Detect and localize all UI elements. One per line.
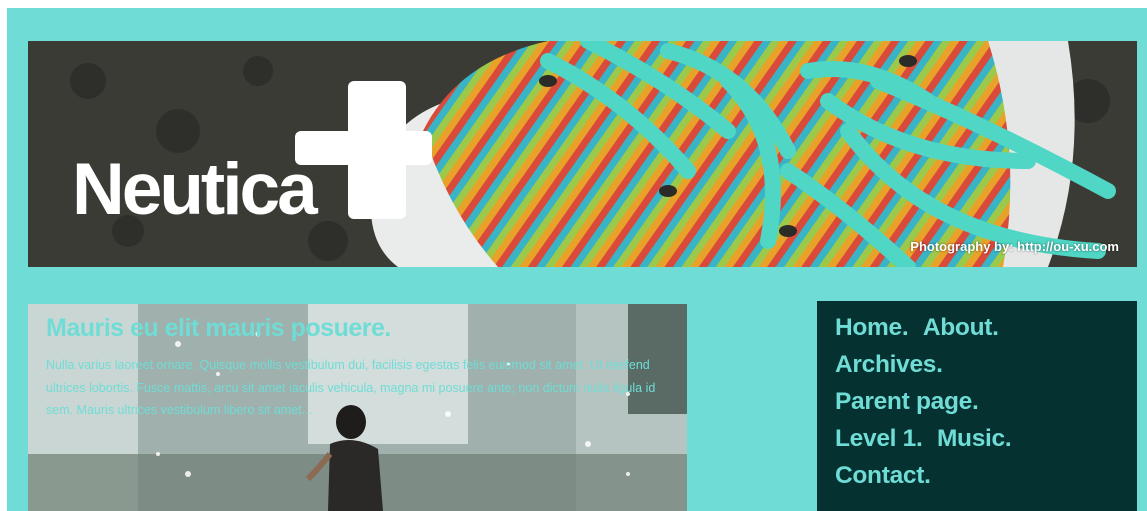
header-banner[interactable]: Neutica Photography by: http://ou-xu.com: [28, 41, 1137, 267]
nav-item-archives[interactable]: Archives.: [835, 348, 943, 381]
nav-item-level-1[interactable]: Level 1.: [835, 422, 923, 455]
main-navigation: Home. About. Archives. Parent page. Leve…: [817, 301, 1137, 511]
post-title[interactable]: Mauris eu elit mauris posuere.: [46, 314, 391, 343]
nav-item-home[interactable]: Home.: [835, 311, 909, 344]
nav-item-contact[interactable]: Contact.: [835, 459, 931, 492]
page-background: Neutica Photography by: http://ou-xu.com: [7, 8, 1147, 511]
nav-item-parent-page[interactable]: Parent page.: [835, 385, 979, 418]
photo-credit: Photography by: http://ou-xu.com: [910, 239, 1119, 254]
site-logo[interactable]: Neutica: [72, 153, 318, 226]
menu-row: Contact.: [835, 459, 1119, 496]
menu-row: Archives.: [835, 348, 1119, 385]
nav-item-music[interactable]: Music.: [937, 422, 1012, 455]
nav-item-about[interactable]: About.: [923, 311, 999, 344]
menu-row: Parent page.: [835, 385, 1119, 422]
feature-post[interactable]: Mauris eu elit mauris posuere. Nulla var…: [28, 304, 687, 511]
menu-row: Level 1. Music.: [835, 422, 1119, 459]
menu-row: Home. About.: [835, 311, 1119, 348]
plus-icon-horizontal: [295, 131, 432, 165]
post-excerpt: Nulla varius laoreet ornare. Quisque mol…: [46, 358, 656, 417]
